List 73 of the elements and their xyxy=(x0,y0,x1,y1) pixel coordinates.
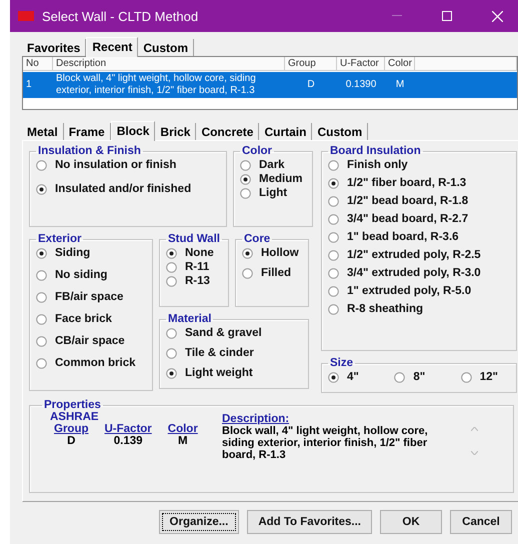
tab[interactable]: Recent xyxy=(86,37,138,57)
description-text: Block wall, 4" light weight, hollow core, siding exterior, interior finish, 1/2" fiber board, R-1.3 xyxy=(222,425,429,461)
list-row[interactable]: 1 Block wall, 4" light weight, hollow core, siding exterior, interior finish, 1/2" fiber board, R-1.3 D 0.1390 M xyxy=(23,72,517,98)
group-title: Properties xyxy=(43,399,102,411)
radio-button[interactable]: Tile & cinder xyxy=(166,347,302,359)
radio-button[interactable]: Insulated and/or finished xyxy=(36,183,220,195)
column-header[interactable]: Color xyxy=(385,57,415,71)
window-title: Select Wall - CLTD Method xyxy=(42,8,200,24)
column-header[interactable]: No xyxy=(23,57,53,71)
minimize-icon xyxy=(392,15,402,17)
radio-button[interactable]: CB/air space xyxy=(36,335,146,347)
tab[interactable]: Block xyxy=(110,121,156,141)
radio-button[interactable]: 3/4" extruded poly, R-3.0 xyxy=(328,267,510,279)
radio-button[interactable]: 12" xyxy=(460,371,498,383)
radio-button[interactable]: 8" xyxy=(394,371,426,383)
radio-button[interactable]: R-13 xyxy=(166,275,222,287)
radio-button[interactable]: Medium xyxy=(240,173,306,185)
property-label: Group xyxy=(54,423,88,435)
property-label: U-Factor xyxy=(104,423,152,435)
maximize-icon xyxy=(442,11,452,21)
radio-button[interactable]: Hollow xyxy=(242,247,302,259)
radio-button[interactable]: 4" xyxy=(328,371,359,383)
radio-button[interactable]: 1" extruded poly, R-5.0 xyxy=(328,285,510,297)
radio-button[interactable]: No insulation or finish xyxy=(36,159,220,171)
table-cell-text: Block wall, 4" light weight, hollow core, siding exterior, interior finish, 1/2" fiber board, R-1.3 xyxy=(55,72,257,98)
radio-button[interactable]: 1/2" extruded poly, R-2.5 xyxy=(328,249,510,261)
radio-button[interactable]: Finish only xyxy=(328,159,510,171)
property-value: 0.139 xyxy=(112,435,144,447)
table-cell-text: M xyxy=(394,78,406,92)
radio-button[interactable]: Light xyxy=(240,187,306,199)
scroll-up-icon[interactable] xyxy=(471,427,478,431)
radio-button[interactable]: Light weight xyxy=(166,367,302,379)
dialog-button[interactable]: OK xyxy=(380,510,442,534)
property-value: M xyxy=(177,435,189,447)
app-icon xyxy=(18,11,34,21)
group-title: Stud Wall xyxy=(167,233,221,245)
group-title: Core xyxy=(243,233,272,245)
radio-button[interactable]: Face brick xyxy=(36,313,146,325)
table-cell-text: 0.1390 xyxy=(344,78,378,92)
group-title: Color xyxy=(241,145,274,157)
group-title: Exterior xyxy=(37,233,82,245)
radio-button[interactable]: 1/2" fiber board, R-1.3 xyxy=(328,177,510,189)
dialog-button[interactable]: Cancel xyxy=(450,510,512,534)
radio-button[interactable]: R-11 xyxy=(166,261,222,273)
radio-button[interactable]: None xyxy=(166,247,222,259)
group-title: Board Insulation xyxy=(329,145,422,157)
radio-button[interactable]: Sand & gravel xyxy=(166,327,302,339)
group-title: Insulation & Finish xyxy=(37,145,142,157)
property-value: D xyxy=(66,435,76,447)
description-label: Description: xyxy=(222,413,290,425)
column-header[interactable]: Description xyxy=(53,57,285,71)
radio-button[interactable]: Filled xyxy=(242,267,302,279)
standard-label: ASHRAE xyxy=(49,411,100,423)
close-icon xyxy=(492,10,502,22)
table-cell-text: 1 xyxy=(25,78,33,92)
column-header[interactable]: Group xyxy=(285,57,337,71)
group-title: Size xyxy=(329,357,354,369)
scroll-down-icon[interactable] xyxy=(471,451,478,455)
column-header[interactable]: U-Factor xyxy=(337,57,385,71)
radio-button[interactable]: 1/2" bead board, R-1.8 xyxy=(328,195,510,207)
dialog-button[interactable]: Organize... xyxy=(158,510,240,534)
radio-button[interactable]: 1" bead board, R-3.6 xyxy=(328,231,510,243)
group-title: Material xyxy=(167,313,212,325)
radio-button[interactable]: 3/4" bead board, R-2.7 xyxy=(328,213,510,225)
radio-button[interactable]: Dark xyxy=(240,159,306,171)
radio-button[interactable]: No siding xyxy=(36,269,146,281)
dialog-button[interactable]: Add To Favorites... xyxy=(247,510,372,534)
table-cell-text: D xyxy=(306,78,316,92)
property-label: Color xyxy=(168,423,198,435)
radio-button[interactable]: Common brick xyxy=(36,357,146,369)
radio-button[interactable]: FB/air space xyxy=(36,291,146,303)
radio-button[interactable]: R-8 sheathing xyxy=(328,303,510,315)
radio-button[interactable]: Siding xyxy=(36,247,146,259)
